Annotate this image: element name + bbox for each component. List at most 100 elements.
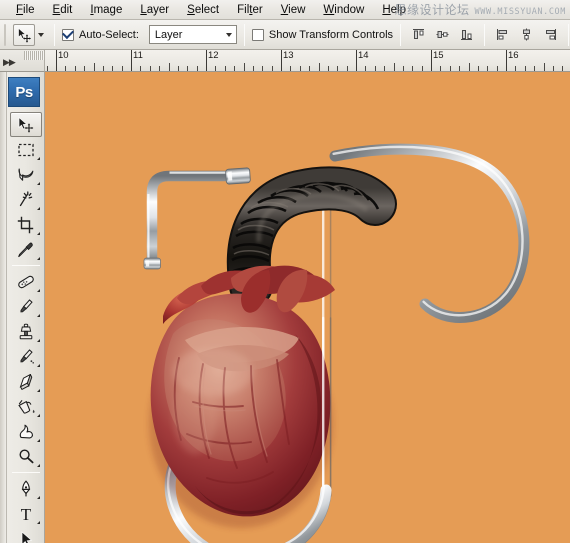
tool-smudge[interactable] (10, 419, 42, 444)
ruler-major-tick (356, 50, 357, 71)
flyout-triangle-icon[interactable] (37, 182, 40, 185)
tool-eraser[interactable] (10, 369, 42, 394)
menu-image[interactable]: Image (81, 1, 131, 19)
align-vertical-centers-icon[interactable] (432, 24, 453, 45)
tool-crop[interactable] (10, 212, 42, 237)
auto-select-value: Layer (154, 28, 183, 41)
flyout-triangle-icon[interactable] (37, 439, 40, 442)
ruler-minor-tick (309, 66, 311, 71)
watermark-url: WWW.MISSYUAN.COM (474, 7, 566, 17)
ruler-label: 10 (58, 50, 69, 61)
menu-view[interactable]: View (272, 1, 315, 19)
ruler-label: 14 (358, 50, 369, 61)
flyout-triangle-icon[interactable] (37, 232, 40, 235)
flyout-triangle-icon[interactable] (37, 464, 40, 467)
tool-lasso[interactable] (10, 162, 42, 187)
options-divider-1 (54, 23, 55, 46)
show-transform-controls-label: Show Transform Controls (268, 28, 394, 41)
tool-paint-bucket[interactable] (10, 394, 42, 419)
ruler-label: 15 (433, 50, 444, 61)
horizontal-ruler[interactable]: 10 11 12 13 14 15 16 (45, 50, 570, 72)
flyout-triangle-icon[interactable] (37, 364, 40, 367)
menu-layer[interactable]: Layer (131, 1, 178, 19)
move-tool-icon[interactable] (13, 23, 35, 46)
tool-path-selection[interactable] (10, 526, 42, 543)
auto-select-label: Auto-Select: (79, 28, 139, 41)
tool-divider-2 (12, 472, 40, 473)
menu-edit[interactable]: Edit (44, 1, 82, 19)
ruler-minor-tick (74, 66, 76, 71)
tool-preset-picker[interactable] (10, 23, 47, 47)
ruler-minor-tick (140, 66, 142, 71)
ruler-minor-tick (402, 66, 404, 71)
options-divider-4 (484, 23, 486, 46)
ruler-minor-tick (515, 66, 517, 71)
auto-select-checkbox[interactable] (62, 28, 74, 41)
canvas-area[interactable] (45, 72, 570, 543)
tool-healing-brush[interactable] (10, 269, 42, 294)
align-left-edges-icon[interactable] (492, 24, 513, 45)
tool-magic-wand[interactable] (10, 187, 42, 212)
options-divider-2 (243, 23, 245, 46)
tool-dodge[interactable] (10, 444, 42, 469)
toolbox-grip[interactable] (24, 51, 44, 60)
ruler-minor-tick (496, 66, 498, 71)
flyout-triangle-icon[interactable] (37, 339, 40, 342)
align-bottom-edges-icon[interactable] (456, 24, 477, 45)
tool-move[interactable] (10, 112, 42, 137)
flyout-triangle-icon[interactable] (37, 521, 40, 524)
document-artboard[interactable] (45, 72, 570, 543)
align-buttons-group-2 (492, 24, 561, 45)
flyout-triangle-icon[interactable] (37, 157, 40, 160)
ruler-minor-tick (374, 66, 376, 71)
ruler-minor-tick (318, 63, 320, 71)
options-bar-grip[interactable] (4, 23, 6, 46)
menu-select[interactable]: Select (178, 1, 228, 19)
menu-filter[interactable]: Filter (228, 1, 272, 19)
ruler-major-tick (506, 50, 507, 71)
watermark-chinese: 思缘设计论坛 (394, 3, 470, 17)
tool-preset-chevron-down-icon[interactable] (38, 32, 44, 37)
ruler-minor-tick (159, 66, 161, 71)
flyout-triangle-icon[interactable] (37, 314, 40, 317)
ruler-label: 13 (283, 50, 294, 61)
menu-window[interactable]: Window (314, 1, 373, 19)
ruler-minor-tick (562, 66, 564, 71)
tool-eyedropper[interactable] (10, 237, 42, 262)
align-right-edges-icon[interactable] (540, 24, 561, 45)
menu-file[interactable]: File (7, 1, 44, 19)
tool-horizontal-type[interactable]: T (10, 501, 42, 526)
tool-clone-stamp[interactable] (10, 319, 42, 344)
ruler-minor-tick (346, 66, 348, 71)
menu-item-list: File Edit Image Layer Select Filter View… (0, 1, 415, 19)
flyout-triangle-icon[interactable] (37, 414, 40, 417)
auto-select-group: Auto-Select: Layer (62, 25, 237, 44)
ruler-minor-tick (262, 66, 264, 71)
expand-panel-icon[interactable]: ▶▶ (3, 58, 16, 67)
tool-rectangular-marquee[interactable] (10, 137, 42, 162)
auto-select-chevron-down-icon[interactable] (225, 32, 232, 37)
ruler-minor-tick (102, 66, 104, 71)
tool-brush[interactable] (10, 294, 42, 319)
tool-history-brush[interactable] (10, 344, 42, 369)
toolbox-drag-strip[interactable] (0, 72, 7, 543)
ruler-minor-tick (290, 66, 292, 71)
ruler-minor-tick (393, 63, 395, 71)
ruler-major-tick (431, 50, 432, 71)
tool-pen[interactable] (10, 476, 42, 501)
show-transform-controls-group: Show Transform Controls (251, 28, 394, 41)
flyout-triangle-icon[interactable] (37, 257, 40, 260)
flyout-triangle-icon[interactable] (37, 207, 40, 210)
ruler-minor-tick (121, 66, 123, 71)
show-transform-controls-checkbox[interactable] (251, 28, 264, 41)
photoshop-window: File Edit Image Layer Select Filter View… (0, 0, 570, 543)
toolbox-panel: Ps T (0, 72, 45, 543)
flyout-triangle-icon[interactable] (37, 389, 40, 392)
align-horizontal-centers-icon[interactable] (516, 24, 537, 45)
ruler-minor-tick (299, 66, 301, 71)
auto-select-dropdown[interactable]: Layer (148, 25, 237, 44)
align-top-edges-icon[interactable] (408, 24, 429, 45)
ruler-minor-tick (412, 66, 414, 71)
flyout-triangle-icon[interactable] (37, 289, 40, 292)
flyout-triangle-icon[interactable] (37, 496, 40, 499)
